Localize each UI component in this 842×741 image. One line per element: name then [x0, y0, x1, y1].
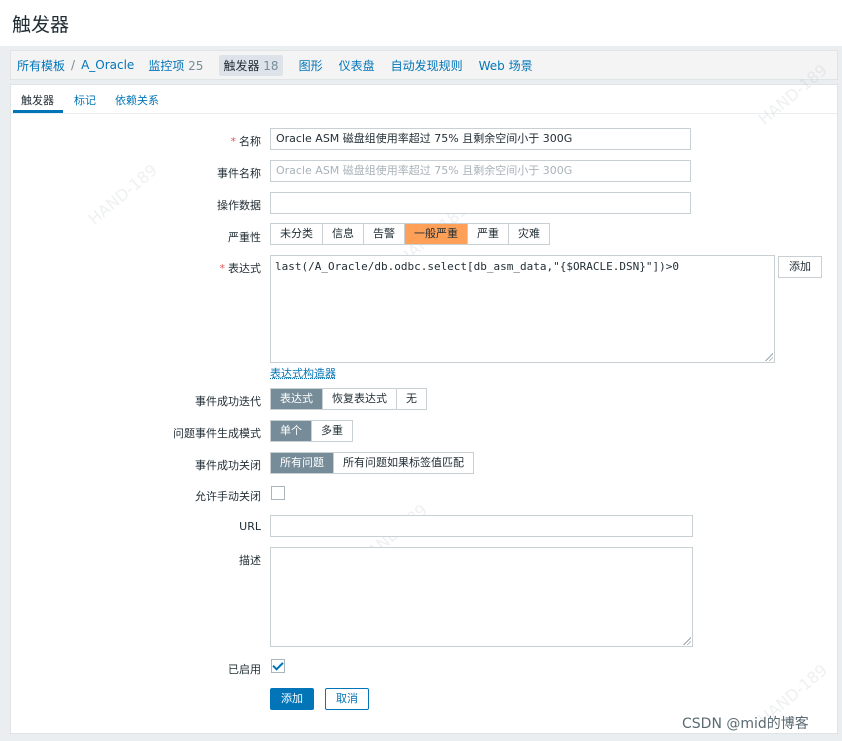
resize-handle-icon[interactable]	[683, 637, 691, 645]
crumb-all-templates[interactable]: 所有模板	[17, 57, 65, 74]
ok-event-label: 事件成功迭代	[195, 395, 261, 408]
cancel-button[interactable]: 取消	[325, 688, 369, 710]
url-input[interactable]	[270, 515, 693, 537]
expression-label: * 表达式	[91, 260, 262, 276]
expression-label-text: 表达式	[228, 262, 261, 275]
ok-event-recovery[interactable]: 恢复表达式	[323, 389, 397, 409]
ok-close-all-problems[interactable]: 所有问题	[271, 453, 334, 473]
ok-event-none[interactable]: 无	[397, 389, 426, 409]
opdata-input[interactable]	[270, 192, 691, 214]
tab-bar: 触发器 标记 依赖关系	[11, 85, 837, 114]
description-label: 描述	[239, 554, 261, 567]
required-marker: *	[230, 135, 237, 148]
nav-items[interactable]: 监控项 25	[148, 57, 203, 74]
expression-value: last(/A_Oracle/db.odbc.select[db_asm_dat…	[275, 260, 679, 273]
severity-information[interactable]: 信息	[323, 224, 364, 244]
severity-selector: 未分类 信息 告警 一般严重 严重 灾难	[270, 223, 550, 245]
nav-triggers[interactable]: 触发器 18	[219, 54, 283, 76]
form-card: 触发器 标记 依赖关系 HAND-189 HAND-189 HAND-189 H…	[10, 60, 838, 734]
name-input[interactable]: Oracle ASM 磁盘组使用率超过 75% 且剩余空间小于 300G	[270, 128, 691, 150]
event-name-input[interactable]: Oracle ASM 磁盘组使用率超过 75% 且剩余空间小于 300G	[270, 160, 691, 182]
event-name-label: 事件名称	[217, 167, 261, 180]
problem-mode-single[interactable]: 单个	[271, 421, 312, 441]
nav-discovery[interactable]: 自动发现规则	[391, 57, 463, 74]
nav-items-label: 监控项	[148, 58, 185, 73]
crumb-separator: /	[71, 58, 76, 72]
severity-average[interactable]: 一般严重	[405, 224, 468, 244]
ok-event-selector: 表达式 恢复表达式 无	[270, 388, 427, 410]
manual-close-label: 允许手动关闭	[195, 490, 261, 503]
crumb-template[interactable]: A_Oracle	[81, 58, 134, 72]
ok-event-expression[interactable]: 表达式	[271, 389, 323, 409]
ok-close-selector: 所有问题 所有问题如果标签值匹配	[270, 452, 474, 474]
nav-graphs[interactable]: 图形	[299, 57, 323, 74]
nav-triggers-count: 18	[263, 58, 279, 73]
nav-web[interactable]: Web 场景	[479, 57, 533, 74]
tab-tags[interactable]: 标记	[74, 92, 96, 108]
page-title: 触发器	[0, 0, 842, 46]
problem-mode-label: 问题事件生成模式	[173, 427, 261, 440]
nav-triggers-label: 触发器	[223, 58, 260, 73]
ok-close-tag-match[interactable]: 所有问题如果标签值匹配	[334, 453, 473, 473]
active-tab-indicator	[13, 110, 63, 113]
manual-close-checkbox[interactable]	[271, 486, 285, 500]
expression-textarea[interactable]: last(/A_Oracle/db.odbc.select[db_asm_dat…	[270, 255, 775, 363]
enabled-label: 已启用	[228, 663, 261, 676]
description-textarea[interactable]	[270, 547, 693, 647]
expression-add-button[interactable]: 添加	[778, 256, 822, 278]
enabled-checkbox[interactable]	[271, 659, 285, 673]
severity-warning[interactable]: 告警	[364, 224, 405, 244]
ok-close-label: 事件成功关闭	[195, 459, 261, 472]
severity-high[interactable]: 严重	[468, 224, 509, 244]
severity-not-classified[interactable]: 未分类	[271, 224, 323, 244]
opdata-label: 操作数据	[217, 199, 261, 212]
problem-mode-multiple[interactable]: 多重	[312, 421, 352, 441]
breadcrumb-nav: 所有模板 / A_Oracle 监控项 25 触发器 18 图形 仪表盘 自动发…	[10, 50, 838, 80]
required-marker: *	[219, 262, 226, 275]
severity-disaster[interactable]: 灾难	[509, 224, 549, 244]
credit-watermark: CSDN @mid的博客	[682, 716, 809, 732]
problem-mode-selector: 单个 多重	[270, 420, 353, 442]
submit-add-button[interactable]: 添加	[270, 688, 314, 710]
expression-constructor-link[interactable]: 表达式构造器	[270, 365, 336, 381]
name-label-text: 名称	[239, 135, 261, 148]
url-label: URL	[239, 520, 261, 533]
checkmark-icon	[272, 659, 284, 671]
tab-trigger[interactable]: 触发器	[21, 92, 54, 108]
resize-handle-icon[interactable]	[765, 353, 773, 361]
severity-label: 严重性	[228, 231, 261, 244]
nav-dashboards[interactable]: 仪表盘	[339, 57, 375, 74]
nav-items-count: 25	[188, 58, 204, 73]
name-label: * 名称	[91, 133, 262, 149]
tab-dependencies[interactable]: 依赖关系	[115, 92, 159, 108]
